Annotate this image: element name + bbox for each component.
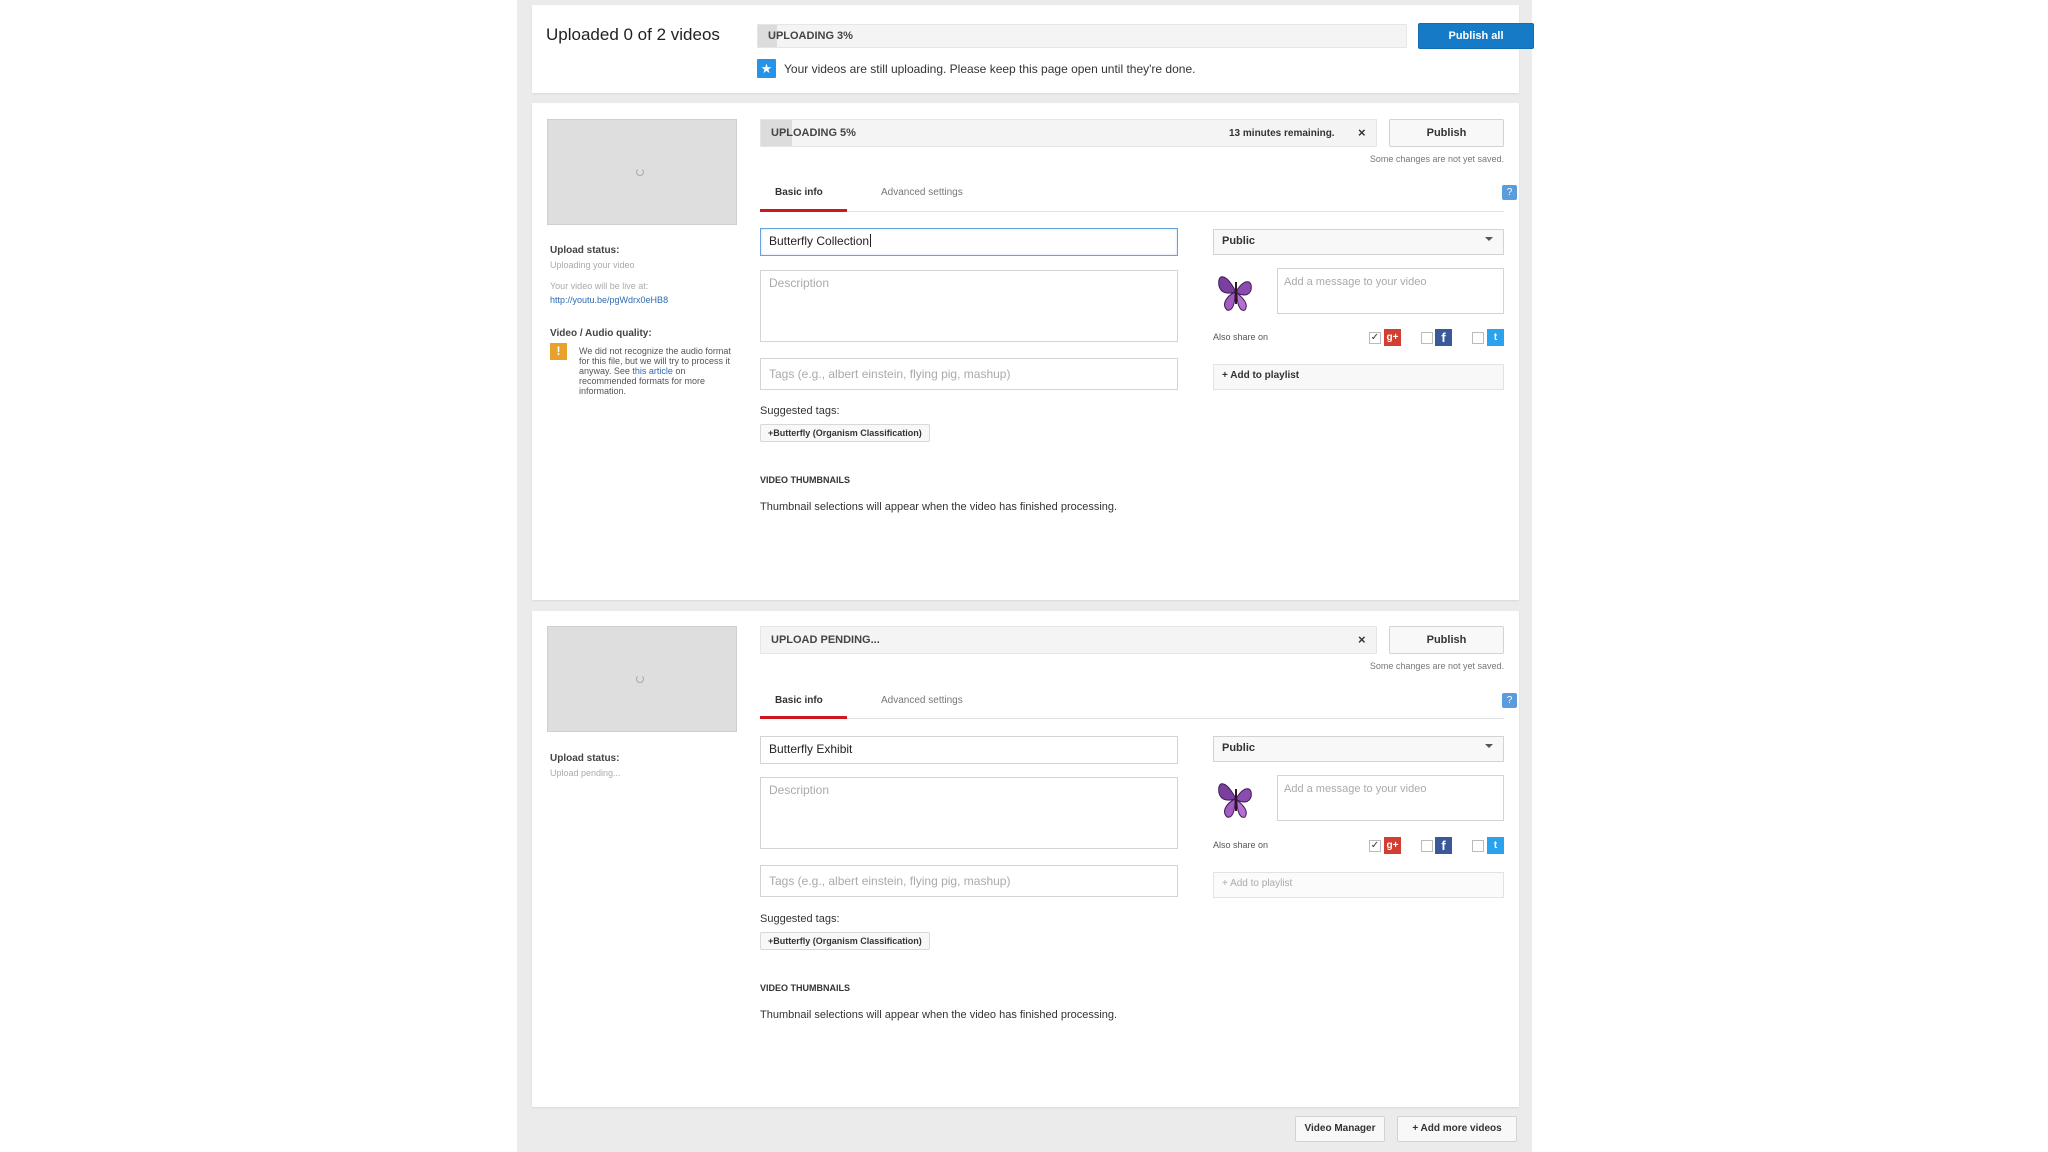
message-placeholder: Add a message to your video xyxy=(1284,783,1427,795)
tab-advanced-settings[interactable]: Advanced settings xyxy=(881,187,963,198)
live-at-label: Your video will be live at: xyxy=(550,281,649,291)
video-manager-button[interactable]: Video Manager xyxy=(1295,1116,1385,1142)
butterfly-avatar-icon xyxy=(1218,276,1252,311)
tags-placeholder: Tags (e.g., albert einstein, flying pig,… xyxy=(769,874,1011,888)
star-icon: ★ xyxy=(757,59,776,78)
share-gplus-checkbox[interactable]: ✓ xyxy=(1369,840,1381,852)
twitter-icon: t xyxy=(1487,329,1504,346)
tab-divider xyxy=(760,211,1504,212)
facebook-icon: f xyxy=(1435,837,1452,854)
cancel-upload-close-icon[interactable]: × xyxy=(1358,125,1366,140)
also-share-label: Also share on xyxy=(1213,332,1269,342)
privacy-value: Public xyxy=(1222,235,1256,247)
add-to-playlist-button[interactable]: + Add to playlist xyxy=(1213,364,1504,390)
share-message-input[interactable]: Add a message to your video xyxy=(1277,268,1504,314)
unsaved-notice: Some changes are not yet saved. xyxy=(1369,154,1504,164)
privacy-select[interactable]: Public xyxy=(1213,736,1504,762)
video-card: Upload status: Upload pending... UPLOAD … xyxy=(532,611,1519,1107)
description-textarea[interactable]: Description xyxy=(760,777,1178,849)
share-facebook-checkbox[interactable] xyxy=(1421,332,1433,344)
overall-progress-bar: UPLOADING 3% xyxy=(757,24,1407,48)
suggested-tag-chip[interactable]: +Butterfly (Organism Classification) xyxy=(760,932,930,950)
google-plus-icon: g+ xyxy=(1384,837,1401,854)
upload-summary-card: Uploaded 0 of 2 videos UPLOADING 3% Publ… xyxy=(532,5,1534,93)
video-title-value: Butterfly Collection xyxy=(769,234,870,248)
help-icon[interactable]: ? xyxy=(1502,185,1517,200)
google-plus-icon: g+ xyxy=(1384,329,1401,346)
share-gplus-checkbox[interactable]: ✓ xyxy=(1369,332,1381,344)
video-title-value: Butterfly Exhibit xyxy=(769,742,853,756)
twitter-icon: t xyxy=(1487,837,1504,854)
publish-button[interactable]: Publish xyxy=(1389,119,1504,147)
quality-warning-text: We did not recognize the audio format fo… xyxy=(579,346,734,396)
unsaved-notice: Some changes are not yet saved. xyxy=(1369,661,1504,671)
tags-placeholder: Tags (e.g., albert einstein, flying pig,… xyxy=(769,367,1011,381)
share-twitter-checkbox[interactable] xyxy=(1472,840,1484,852)
upload-page: Uploaded 0 of 2 videos UPLOADING 3% Publ… xyxy=(517,0,1534,1152)
facebook-icon: f xyxy=(1435,329,1452,346)
tab-advanced-settings[interactable]: Advanced settings xyxy=(881,695,963,706)
suggested-tag-chip[interactable]: +Butterfly (Organism Classification) xyxy=(760,424,930,442)
chevron-down-icon xyxy=(1485,237,1493,241)
add-more-videos-button[interactable]: + Add more videos xyxy=(1397,1116,1517,1142)
publish-button[interactable]: Publish xyxy=(1389,626,1504,654)
quality-title: Video / Audio quality: xyxy=(550,328,652,339)
message-placeholder: Add a message to your video xyxy=(1284,276,1427,288)
tab-basic-info[interactable]: Basic info xyxy=(775,695,823,706)
time-remaining: 13 minutes remaining. xyxy=(1229,128,1335,139)
loading-spinner-icon xyxy=(636,675,644,683)
publish-all-button[interactable]: Publish all xyxy=(1418,23,1534,49)
video-thumbnail xyxy=(547,626,737,732)
video-thumbnails-title: VIDEO THUMBNAILS xyxy=(760,983,850,993)
active-tab-indicator xyxy=(760,716,847,719)
add-to-playlist-button[interactable]: + Add to playlist xyxy=(1213,872,1504,898)
thumbnails-note: Thumbnail selections will appear when th… xyxy=(760,501,1118,513)
description-textarea[interactable]: Description xyxy=(760,270,1178,342)
text-caret xyxy=(870,234,872,247)
upload-notice: Your videos are still uploading. Please … xyxy=(784,62,1196,76)
privacy-select[interactable]: Public xyxy=(1213,229,1504,255)
video-progress-label: UPLOAD PENDING... xyxy=(771,634,880,646)
tags-input[interactable]: Tags (e.g., albert einstein, flying pig,… xyxy=(760,358,1178,390)
active-tab-indicator xyxy=(760,209,847,212)
help-icon[interactable]: ? xyxy=(1502,693,1517,708)
butterfly-avatar-icon xyxy=(1218,783,1252,818)
upload-status-text: Uploading your video xyxy=(550,260,635,270)
video-progress-label: UPLOADING 5% xyxy=(771,127,856,139)
cancel-upload-close-icon[interactable]: × xyxy=(1358,632,1366,647)
description-placeholder: Description xyxy=(769,783,830,797)
share-message-input[interactable]: Add a message to your video xyxy=(1277,775,1504,821)
suggested-tags-label: Suggested tags: xyxy=(760,913,840,925)
video-thumbnail xyxy=(547,119,737,225)
video-thumbnails-title: VIDEO THUMBNAILS xyxy=(760,475,850,485)
upload-status-title: Upload status: xyxy=(550,245,620,256)
loading-spinner-icon xyxy=(636,168,644,176)
article-link[interactable]: this article xyxy=(632,366,673,376)
privacy-value: Public xyxy=(1222,742,1256,754)
upload-summary-title: Uploaded 0 of 2 videos xyxy=(546,25,720,44)
video-card: Upload status: Uploading your video Your… xyxy=(532,103,1519,600)
chevron-down-icon xyxy=(1485,744,1493,748)
video-progress-bar: UPLOAD PENDING... × xyxy=(760,626,1377,654)
also-share-label: Also share on xyxy=(1213,840,1269,850)
description-placeholder: Description xyxy=(769,276,830,290)
share-facebook-checkbox[interactable] xyxy=(1421,840,1433,852)
upload-status-title: Upload status: xyxy=(550,753,620,764)
thumbnails-note: Thumbnail selections will appear when th… xyxy=(760,1009,1118,1021)
video-title-input[interactable]: Butterfly Exhibit xyxy=(760,736,1178,764)
overall-progress-label: UPLOADING 3% xyxy=(768,30,853,42)
video-url-link[interactable]: http://youtu.be/pgWdrx0eHB8 xyxy=(550,295,668,305)
share-twitter-checkbox[interactable] xyxy=(1472,332,1484,344)
tab-divider xyxy=(760,718,1504,719)
tab-basic-info[interactable]: Basic info xyxy=(775,187,823,198)
suggested-tags-label: Suggested tags: xyxy=(760,405,840,417)
upload-status-text: Upload pending... xyxy=(550,768,621,778)
video-progress-bar: UPLOADING 5% 13 minutes remaining. × xyxy=(760,119,1377,147)
tags-input[interactable]: Tags (e.g., albert einstein, flying pig,… xyxy=(760,865,1178,897)
warning-icon: ! xyxy=(550,343,567,360)
video-title-input[interactable]: Butterfly Collection xyxy=(760,228,1178,256)
